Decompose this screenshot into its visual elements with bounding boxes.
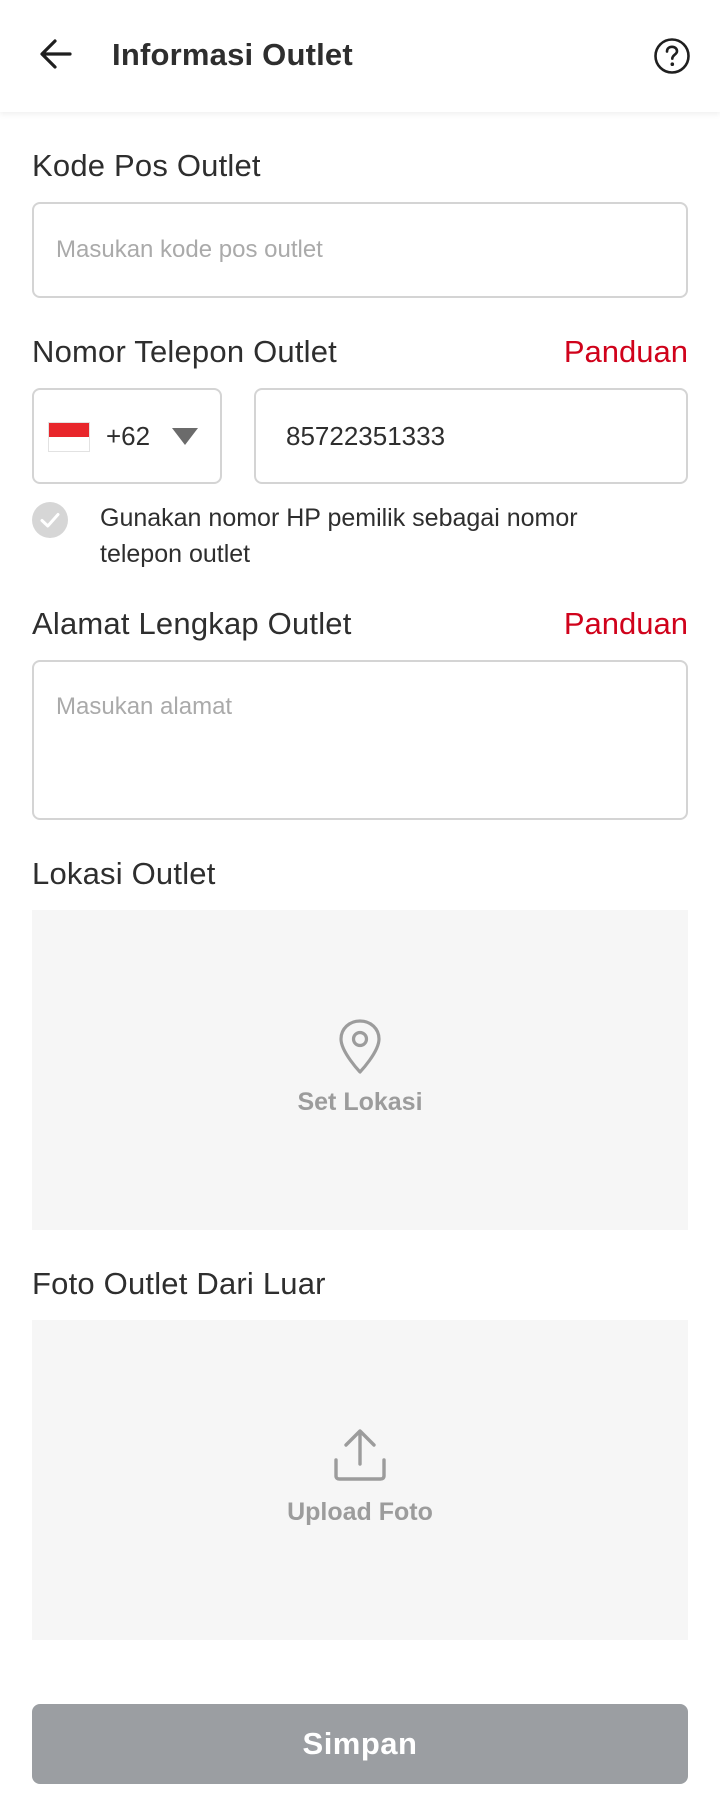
set-location-label: Set Lokasi xyxy=(297,1088,423,1116)
postal-code-label: Kode Pos Outlet xyxy=(32,148,261,183)
use-owner-number-checkbox[interactable] xyxy=(32,502,68,538)
upload-icon xyxy=(334,1429,386,1481)
question-circle-icon xyxy=(654,38,690,74)
app-header: Informasi Outlet xyxy=(0,0,720,112)
phone-label: Nomor Telepon Outlet xyxy=(32,334,337,369)
map-pin-icon xyxy=(339,1019,381,1074)
upload-photo-area[interactable]: Upload Foto xyxy=(32,1320,688,1640)
indonesia-flag-icon xyxy=(48,422,90,452)
address-label: Alamat Lengkap Outlet xyxy=(32,606,352,641)
upload-photo-label: Upload Foto xyxy=(287,1498,433,1526)
country-code-value: +62 xyxy=(106,421,151,451)
phone-guide-link[interactable]: Panduan xyxy=(564,332,688,372)
check-circle-icon xyxy=(32,502,68,538)
save-button[interactable]: Simpan xyxy=(32,1704,688,1784)
address-input[interactable] xyxy=(32,660,688,820)
photo-label: Foto Outlet Dari Luar xyxy=(32,1266,326,1301)
page-title: Informasi Outlet xyxy=(112,37,353,72)
location-label: Lokasi Outlet xyxy=(32,856,216,891)
address-guide-link[interactable]: Panduan xyxy=(564,604,688,644)
postal-code-input[interactable] xyxy=(32,202,688,298)
set-location-area[interactable]: Set Lokasi xyxy=(32,910,688,1230)
country-code-select[interactable]: +62 xyxy=(32,388,222,484)
back-button[interactable] xyxy=(32,30,80,78)
phone-input[interactable] xyxy=(254,388,688,484)
use-owner-number-text: Gunakan nomor HP pemilik sebagai nomor t… xyxy=(100,504,578,568)
caret-down-icon xyxy=(172,428,198,445)
help-button[interactable] xyxy=(650,34,694,78)
arrow-left-icon xyxy=(40,39,72,69)
